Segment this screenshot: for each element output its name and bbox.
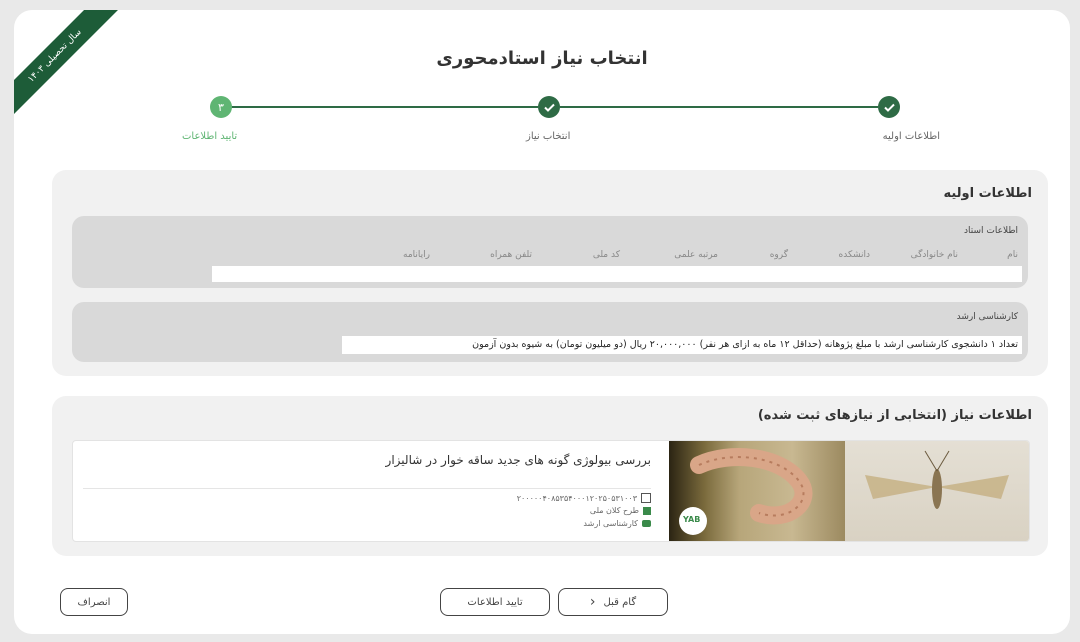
main-card: سال تحصیلی ۱۴۰۳ انتخاب نیاز استادمحوری ۳…: [14, 10, 1070, 634]
need-card-divider: [83, 488, 651, 489]
col-first-name: نام: [1007, 250, 1018, 260]
stepper-line-right: [560, 106, 878, 108]
col-email: رایانامه: [403, 250, 430, 260]
professor-info-row: [212, 266, 1022, 282]
check-icon: [543, 103, 555, 112]
col-national-id: کد ملی: [592, 250, 620, 260]
need-info-title: اطلاعات نیاز (انتخابی از نیازهای ثبت شده…: [757, 408, 1032, 423]
col-last-name: نام خانوادگی: [910, 250, 958, 260]
page-title: انتخاب نیاز استادمحوری: [436, 48, 648, 69]
step-1-circle[interactable]: [878, 96, 900, 118]
confirm-button[interactable]: تایید اطلاعات: [440, 588, 550, 616]
professor-info-box: اطلاعات استاد نام نام خانوادگی دانشکده گ…: [72, 216, 1028, 288]
need-plan: طرح کلان ملی: [589, 506, 639, 515]
step-2-label: انتخاب نیاز: [526, 131, 571, 142]
chevron-left-icon: ‹: [589, 594, 596, 610]
need-info-panel: اطلاعات نیاز (انتخابی از نیازهای ثبت شده…: [52, 396, 1048, 556]
confirm-label: تایید اطلاعات: [467, 596, 523, 608]
basic-info-panel: اطلاعات اولیه اطلاعات استاد نام نام خانو…: [52, 170, 1048, 376]
masters-title: کارشناسی ارشد: [956, 312, 1018, 322]
prev-step-label: گام قبل: [603, 596, 637, 608]
academic-year-ribbon-wrap: سال تحصیلی ۱۴۰۳: [14, 10, 134, 130]
cancel-button[interactable]: انصراف: [60, 588, 128, 616]
basic-info-title: اطلاعات اولیه: [943, 186, 1032, 201]
need-code-row: ۲۰۰۰۰۰۴۰۸۵۳۵۴۰۰۰۱۲۰۲۵۰۵۳۱۰۰۳: [517, 493, 651, 503]
masters-box: کارشناسی ارشد تعداد ۱ دانشجوی کارشناسی ا…: [72, 302, 1028, 362]
need-plan-row: طرح کلان ملی: [590, 506, 651, 515]
step-2-circle[interactable]: [538, 96, 560, 118]
step-3-number: ۳: [218, 100, 224, 114]
step-3-circle[interactable]: ۳: [210, 96, 232, 118]
cancel-label: انصراف: [77, 596, 111, 608]
check-icon: [883, 103, 895, 112]
need-card[interactable]: YAB بررسی بیولوژی گونه های جدید ساقه خوا…: [72, 440, 1030, 542]
larva-image: YAB: [669, 441, 845, 541]
step-1-label: اطلاعات اولیه: [882, 131, 940, 142]
col-mobile: تلفن همراه: [490, 250, 532, 260]
need-code: ۲۰۰۰۰۰۴۰۸۵۳۵۴۰۰۰۱۲۰۲۵۰۵۳۱۰۰۳: [516, 493, 637, 503]
yab-logo: YAB: [683, 515, 701, 524]
masters-description: تعداد ۱ دانشجوی کارشناسی ارشد با مبلغ پژ…: [472, 339, 1018, 350]
graduation-cap-icon: [642, 520, 651, 527]
qr-code-icon: [641, 493, 651, 503]
professor-info-title: اطلاعات استاد: [964, 226, 1018, 236]
plan-icon: [643, 506, 651, 515]
prev-step-button[interactable]: گام قبل ‹: [558, 588, 668, 616]
moth-image: [845, 441, 1029, 541]
need-item-title: بررسی بیولوژی گونه های جدید ساقه خوار در…: [385, 453, 651, 467]
col-academic-rank: مرتبه علمی: [674, 250, 718, 260]
need-degree: کارشناسی ارشد: [583, 519, 638, 528]
step-3-label: تایید اطلاعات: [182, 131, 238, 142]
stepper-line-left: [220, 106, 538, 108]
need-degree-row: کارشناسی ارشد: [583, 519, 651, 528]
col-group: گروه: [769, 250, 788, 260]
col-faculty: دانشکده: [838, 250, 870, 260]
